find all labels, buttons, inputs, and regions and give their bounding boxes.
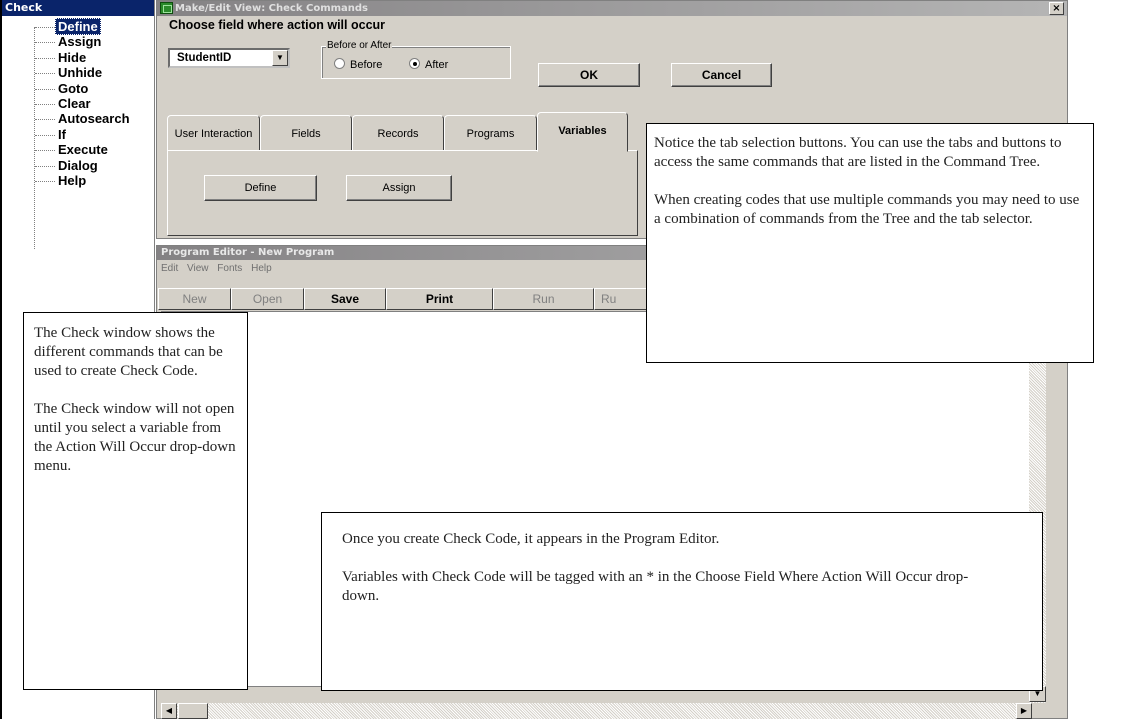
scroll-right-icon[interactable]: ▶ xyxy=(1016,703,1032,719)
tree-item-autosearch[interactable]: Autosearch xyxy=(2,111,154,126)
new-button[interactable]: New xyxy=(158,288,231,310)
callout-check-note: The Check window shows the different com… xyxy=(23,312,248,690)
callout-tabs-text-2: When creating codes that use multiple co… xyxy=(654,192,1080,227)
tree-item-define[interactable]: Define xyxy=(2,18,154,35)
before-after-group: Before or After Before After xyxy=(321,40,511,79)
tree-item-dialog[interactable]: Dialog xyxy=(2,158,154,173)
tab-panel-variables: Define Assign xyxy=(167,150,638,236)
tree-item-hide[interactable]: Hide xyxy=(2,50,154,65)
field-dropdown[interactable]: StudentID ▼ xyxy=(168,48,290,68)
tab-fields[interactable]: Fields xyxy=(260,115,352,151)
print-button[interactable]: Print xyxy=(386,288,493,310)
command-tree: Define Assign Hide Unhide Goto Clear Aut… xyxy=(2,18,154,249)
tree-item-clear[interactable]: Clear xyxy=(2,96,154,111)
assign-button[interactable]: Assign xyxy=(346,175,452,201)
tree-item-goto[interactable]: Goto xyxy=(2,81,154,96)
before-after-legend: Before or After xyxy=(326,40,393,51)
menu-edit[interactable]: Edit xyxy=(161,263,178,274)
tree-item-assign[interactable]: Assign xyxy=(2,34,154,49)
menu-view[interactable]: View xyxy=(187,263,209,274)
tree-item-execute[interactable]: Execute xyxy=(2,142,154,157)
callout-editor-text-1: Once you create Check Code, it appears i… xyxy=(342,531,720,547)
check-window-title: Check xyxy=(2,0,154,16)
tab-records[interactable]: Records xyxy=(352,115,444,151)
dialog-title-bar: Make/Edit View: Check Commands × xyxy=(157,1,1067,16)
callout-check-text-1: The Check window shows the different com… xyxy=(34,325,223,379)
callout-editor-text-2: Variables with Check Code will be tagged… xyxy=(342,569,969,604)
run-button[interactable]: Run xyxy=(493,288,594,310)
radio-selected-icon xyxy=(409,58,420,69)
app-icon xyxy=(160,2,173,14)
run-2-button[interactable]: Ru xyxy=(594,288,654,310)
horizontal-scrollbar[interactable] xyxy=(161,703,1032,719)
tab-variables[interactable]: Variables xyxy=(537,112,628,152)
tab-user-interaction[interactable]: User Interaction xyxy=(167,115,260,151)
callout-tabs-text-1: Notice the tab selection buttons. You ca… xyxy=(654,135,1062,170)
dialog-title: Make/Edit View: Check Commands xyxy=(175,3,369,14)
close-icon[interactable]: × xyxy=(1049,2,1064,15)
open-button[interactable]: Open xyxy=(231,288,304,310)
radio-icon xyxy=(334,58,345,69)
choose-field-label: Choose field where action will occur xyxy=(169,18,386,32)
callout-tabs-note: Notice the tab selection buttons. You ca… xyxy=(646,123,1094,363)
horizontal-scroll-thumb[interactable] xyxy=(178,703,208,719)
tree-item-unhide[interactable]: Unhide xyxy=(2,65,154,80)
field-dropdown-value: StudentID xyxy=(177,52,232,64)
callout-editor-note: Once you create Check Code, it appears i… xyxy=(321,512,1043,691)
define-button[interactable]: Define xyxy=(204,175,317,201)
tab-programs[interactable]: Programs xyxy=(444,115,537,151)
chevron-down-icon[interactable]: ▼ xyxy=(272,50,288,66)
cancel-button[interactable]: Cancel xyxy=(671,63,772,87)
after-radio[interactable]: After xyxy=(409,58,448,71)
tree-item-if[interactable]: If xyxy=(2,127,154,142)
menu-help[interactable]: Help xyxy=(251,263,272,274)
before-radio[interactable]: Before xyxy=(334,58,382,71)
ok-button[interactable]: OK xyxy=(538,63,640,87)
scroll-left-icon[interactable]: ◀ xyxy=(161,703,177,719)
callout-check-text-2: The Check window will not open until you… xyxy=(34,401,236,474)
save-button[interactable]: Save xyxy=(304,288,386,310)
tree-item-help[interactable]: Help xyxy=(2,173,154,188)
menu-fonts[interactable]: Fonts xyxy=(217,263,242,274)
